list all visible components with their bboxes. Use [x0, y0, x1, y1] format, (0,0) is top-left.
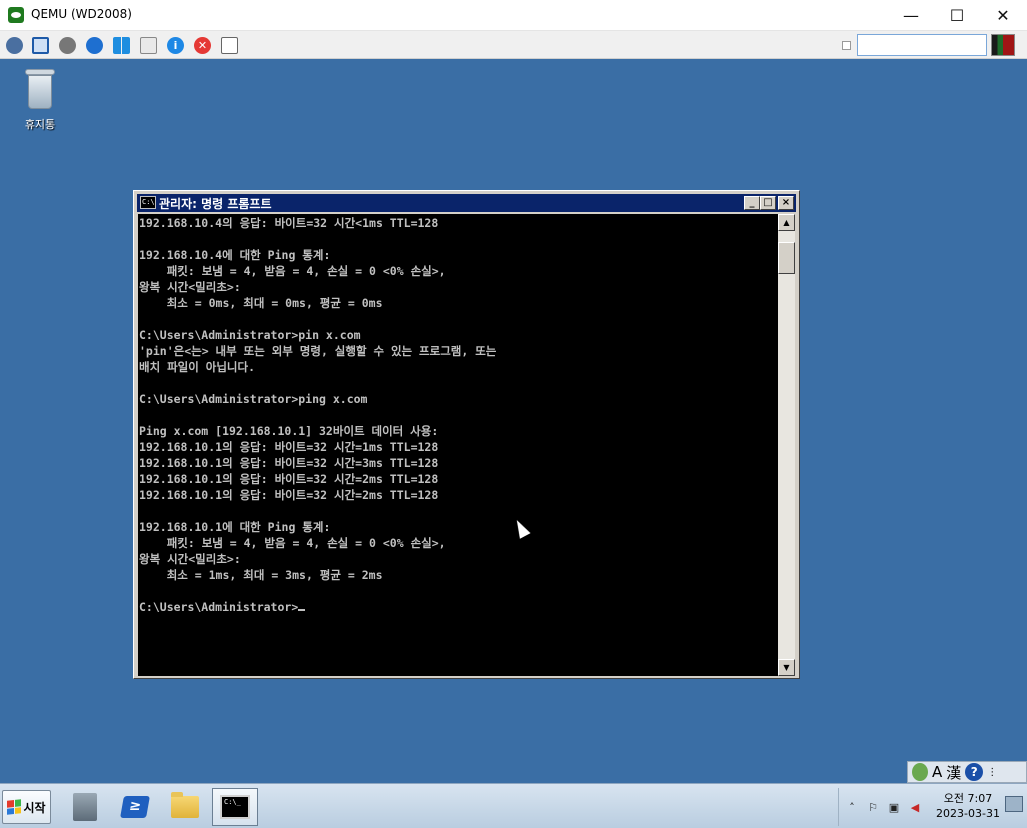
- cmd-output-line: 192.168.10.1의 응답: 바이트=32 시간=2ms TTL=128: [139, 472, 439, 486]
- windows-flag-icon: [7, 799, 22, 815]
- taskbar-cmd[interactable]: C:\_: [212, 788, 258, 826]
- cmd-output-line: C:\Users\Administrator>pin x.com: [139, 328, 361, 342]
- server-manager-icon: [73, 793, 97, 821]
- qemu-icon: [8, 7, 24, 23]
- devices-icon[interactable]: [6, 37, 23, 54]
- start-button[interactable]: 시작: [2, 790, 51, 824]
- desktop: 휴지통 C:\ 관리자: 명령 프롬프트 _ □ × 192.168.10.4의…: [0, 59, 1027, 783]
- action-center-flag-icon[interactable]: ⚐: [865, 799, 881, 815]
- cmd-title: 관리자: 명령 프롬프트: [159, 197, 272, 211]
- cmd-lines: 192.168.10.4의 응답: 바이트=32 시간<1ms TTL=128 1…: [139, 215, 496, 615]
- cmd-output-line: 최소 = 1ms, 최대 = 3ms, 평균 = 2ms: [139, 568, 383, 582]
- cmd-minimize-button[interactable]: _: [744, 196, 760, 210]
- text-cursor: [298, 609, 306, 611]
- recycle-bin-icon: [23, 67, 57, 111]
- ime-icon[interactable]: [912, 763, 928, 781]
- cmd-output-line: 192.168.10.1의 응답: 바이트=32 시간=3ms TTL=128: [139, 456, 439, 470]
- cmd-output-line: [139, 375, 496, 391]
- cmd-output-line: C:\Users\Administrator>ping x.com: [139, 392, 368, 406]
- show-desktop-button[interactable]: [1005, 796, 1023, 812]
- taskbar-powershell[interactable]: ≥: [114, 788, 156, 826]
- cmd-output-line: 배치 파일이 아닙니다.: [139, 360, 255, 374]
- minimize-button[interactable]: —: [888, 0, 934, 30]
- help-icon[interactable]: ?: [965, 763, 984, 781]
- cmd-output-line: 192.168.10.1에 대한 Ping 통계:: [139, 520, 331, 534]
- screenshot-icon[interactable]: [221, 37, 238, 54]
- cmd-output-line: 'pin'은<는> 내부 또는 외부 명령, 실행할 수 있는 프로그램, 또는: [139, 344, 497, 358]
- refresh-icon[interactable]: [86, 37, 103, 54]
- cmd-output-line: C:\Users\Administrator>: [139, 599, 496, 615]
- cmd-output-line: [139, 311, 496, 327]
- toolbar-checkbox[interactable]: [842, 41, 851, 50]
- network-icon[interactable]: ▣: [886, 799, 902, 815]
- info-icon[interactable]: i: [167, 37, 184, 54]
- scroll-up-button[interactable]: ▲: [778, 214, 795, 231]
- cmd-output-line: [139, 503, 496, 519]
- recycle-bin-label: 휴지통: [24, 118, 56, 131]
- host-toolbar: i ✕: [0, 31, 1027, 59]
- cmd-output-line: [139, 407, 496, 423]
- cmd-output-line: [139, 231, 496, 247]
- stop-icon[interactable]: ✕: [194, 37, 211, 54]
- clock-date: 2023-03-31: [936, 807, 1000, 820]
- maximize-button[interactable]: ☐: [934, 0, 980, 30]
- language-bar: A 漢 ? ⋮: [907, 761, 1027, 783]
- fullscreen-icon[interactable]: [32, 37, 49, 54]
- cmd-window-icon: C:\: [140, 196, 156, 209]
- volume-muted-icon[interactable]: ◀: [907, 799, 923, 815]
- system-tray: ˄ ⚐ ▣ ◀ 오전 7:07 2023-03-31: [838, 788, 1027, 826]
- windows-icon[interactable]: [113, 37, 130, 54]
- clock[interactable]: 오전 7:07 2023-03-31: [935, 791, 1001, 821]
- cmd-output-line: 최소 = 0ms, 최대 = 0ms, 평균 = 0ms: [139, 296, 383, 310]
- cmd-output-line: 192.168.10.1의 응답: 바이트=32 시간=1ms TTL=128: [139, 440, 439, 454]
- cmd-icon: C:\_: [220, 795, 250, 819]
- start-label: 시작: [23, 800, 46, 815]
- cmd-output-line: 패킷: 보냄 = 4, 받음 = 4, 손실 = 0 <0% 손실>,: [139, 264, 446, 278]
- cmd-window: C:\ 관리자: 명령 프롬프트 _ □ × 192.168.10.4의 응답:…: [133, 190, 800, 679]
- taskbar-explorer[interactable]: [164, 788, 206, 826]
- cmd-output-line: 192.168.10.4의 응답: 바이트=32 시간<1ms TTL=128: [139, 216, 439, 230]
- cmd-scrollbar[interactable]: ▲ ▼: [778, 214, 795, 676]
- recycle-bin[interactable]: 휴지통: [16, 67, 64, 132]
- cmd-output[interactable]: 192.168.10.4의 응답: 바이트=32 시간<1ms TTL=128 1…: [138, 214, 778, 676]
- powershell-icon: ≥: [120, 796, 150, 818]
- usb-icon[interactable]: [140, 37, 157, 54]
- close-button[interactable]: ✕: [980, 0, 1026, 30]
- host-titlebar: QEMU (WD2008) — ☐ ✕: [0, 0, 1027, 31]
- explorer-icon: [171, 792, 199, 818]
- cmd-close-button[interactable]: ×: [778, 196, 794, 210]
- cmd-output-line: Ping x.com [192.168.10.1] 32바이트 데이터 사용:: [139, 424, 439, 438]
- host-title: QEMU (WD2008): [31, 7, 132, 21]
- taskbar: 시작 ≥ C:\_ ˄ ⚐ ▣ ◀ 오전 7:07 2023-03-31: [0, 783, 1027, 828]
- ime-mode-hanja[interactable]: 漢: [946, 763, 961, 782]
- scroll-thumb[interactable]: [778, 242, 795, 274]
- cmd-output-line: 왕복 시간<밀리초>:: [139, 552, 241, 566]
- scroll-down-button[interactable]: ▼: [778, 659, 795, 676]
- color-swatch[interactable]: [991, 34, 1015, 56]
- langbar-options-icon[interactable]: ⋮: [987, 763, 997, 781]
- settings-icon[interactable]: [59, 37, 76, 54]
- taskbar-server-manager[interactable]: [64, 788, 106, 826]
- cmd-output-line: 192.168.10.4에 대한 Ping 통계:: [139, 248, 331, 262]
- cmd-output-line: [139, 583, 496, 599]
- clock-time: 오전 7:07: [943, 792, 993, 805]
- cmd-output-line: 192.168.10.1의 응답: 바이트=32 시간=2ms TTL=128: [139, 488, 439, 502]
- cmd-output-line: 패킷: 보냄 = 4, 받음 = 4, 손실 = 0 <0% 손실>,: [139, 536, 446, 550]
- cmd-output-line: 왕복 시간<밀리초>:: [139, 280, 241, 294]
- toolbar-input[interactable]: [857, 34, 987, 56]
- tray-expand-icon[interactable]: ˄: [844, 799, 860, 815]
- ime-mode-a[interactable]: A: [932, 763, 942, 781]
- cmd-maximize-button[interactable]: □: [760, 196, 776, 210]
- cmd-titlebar[interactable]: C:\ 관리자: 명령 프롬프트 _ □ ×: [137, 194, 796, 212]
